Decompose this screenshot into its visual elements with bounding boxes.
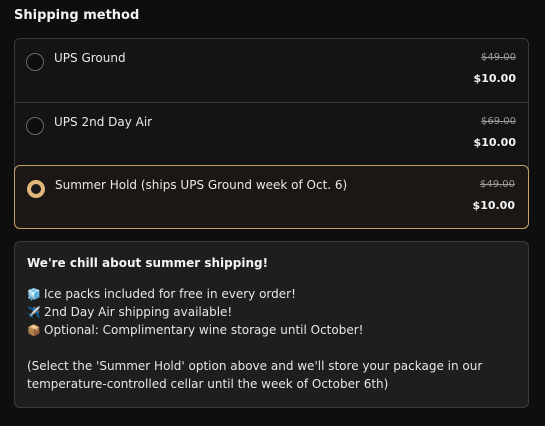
shipping-options-list: UPS Ground $49.00 $10.00 UPS 2nd Day Air…	[14, 38, 529, 229]
perk-text: Optional: Complimentary wine storage unt…	[44, 323, 364, 337]
radio-button-selected[interactable]	[27, 180, 45, 198]
package-icon: 📦	[27, 324, 41, 337]
section-title: Shipping method	[14, 8, 140, 23]
discounted-price: $10.00	[472, 199, 515, 212]
shipping-method-page: Shipping method UPS Ground $49.00 $10.00…	[0, 0, 545, 426]
perk-wine-storage: 📦 Optional: Complimentary wine storage un…	[27, 323, 363, 341]
shipping-option-ups-2nd-day-air[interactable]: UPS 2nd Day Air $69.00 $10.00	[14, 102, 529, 166]
perk-ice-packs: 🧊 Ice packs included for free in every or…	[27, 287, 363, 305]
shipping-option-ups-ground[interactable]: UPS Ground $49.00 $10.00	[14, 39, 529, 103]
notice-footer: (Select the 'Summer Hold' option above a…	[27, 359, 483, 391]
perk-text: 2nd Day Air shipping available!	[44, 305, 233, 319]
radio-button[interactable]	[26, 117, 44, 135]
original-price: $49.00	[481, 52, 516, 63]
option-label: Summer Hold (ships UPS Ground week of Oc…	[55, 178, 348, 192]
ice-cube-icon: 🧊	[27, 288, 41, 301]
original-price: $69.00	[481, 116, 516, 127]
option-label: UPS 2nd Day Air	[54, 115, 153, 129]
perk-text: Ice packs included for free in every ord…	[44, 287, 296, 301]
option-label: UPS Ground	[54, 51, 126, 65]
airplane-icon: ✈️	[27, 306, 41, 319]
notice-perks-list: 🧊 Ice packs included for free in every or…	[27, 287, 363, 341]
discounted-price: $10.00	[473, 136, 516, 149]
original-price: $49.00	[480, 179, 515, 190]
radio-button[interactable]	[26, 53, 44, 71]
shipping-option-summer-hold[interactable]: Summer Hold (ships UPS Ground week of Oc…	[14, 165, 529, 229]
perk-2nd-day-air: ✈️ 2nd Day Air shipping available!	[27, 305, 363, 323]
summer-shipping-notice: We're chill about summer shipping! 🧊 Ice …	[14, 241, 529, 408]
notice-title: We're chill about summer shipping!	[27, 256, 269, 270]
discounted-price: $10.00	[473, 72, 516, 85]
